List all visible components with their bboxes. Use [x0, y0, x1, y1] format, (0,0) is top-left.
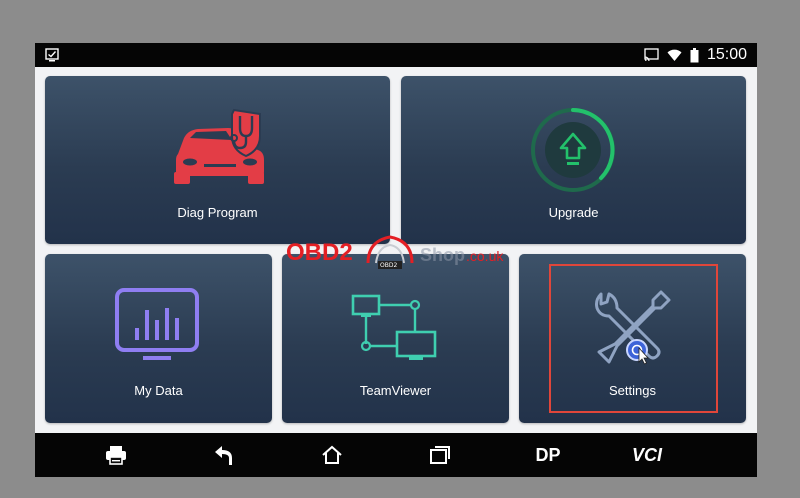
teamviewer-tile[interactable]: TeamViewer	[282, 254, 509, 423]
recent-apps-button[interactable]	[423, 433, 457, 477]
my-data-label: My Data	[134, 383, 183, 398]
battery-icon	[690, 47, 699, 62]
home-icon	[322, 445, 342, 464]
settings-label: Settings	[609, 383, 656, 398]
wifi-icon	[667, 49, 682, 61]
diag-program-label: Diag Program	[177, 205, 258, 220]
screenshot-icon	[45, 48, 59, 62]
vci-button[interactable]: VCI	[625, 433, 669, 477]
status-icons: 15:00	[644, 46, 747, 64]
diag-program-tile[interactable]: Diag Program	[45, 76, 390, 244]
back-arrow-icon	[215, 446, 232, 465]
bar-chart-monitor-icon	[115, 288, 199, 360]
printer-icon	[106, 446, 126, 465]
print-button[interactable]	[99, 433, 133, 477]
home-screen: Diag Program Upgrade My Data TeamViewer …	[35, 67, 757, 433]
upgrade-label: Upgrade	[548, 205, 599, 220]
upgrade-arrow-icon	[531, 108, 615, 192]
wrench-screwdriver-icon	[595, 290, 671, 365]
vci-label: VCI	[631, 444, 662, 465]
tablet-device: 15:00 Diag Program Upgrade My Data TeamV…	[35, 43, 757, 477]
dp-button[interactable]: DP	[528, 433, 568, 477]
recent-apps-icon	[430, 446, 450, 464]
my-data-tile[interactable]: My Data	[45, 254, 272, 423]
home-button[interactable]	[315, 433, 349, 477]
settings-tile[interactable]: Settings	[519, 254, 746, 423]
network-monitors-icon	[351, 294, 437, 360]
cast-icon	[644, 48, 659, 62]
upgrade-tile[interactable]: Upgrade	[401, 76, 746, 244]
teamviewer-label: TeamViewer	[359, 383, 432, 398]
navigation-bar: DP VCI	[35, 433, 757, 477]
clock: 15:00	[706, 46, 747, 63]
back-button[interactable]	[207, 433, 241, 477]
dp-label: DP	[535, 444, 561, 465]
status-bar: 15:00	[35, 43, 757, 67]
car-diagnostic-icon	[174, 108, 264, 184]
